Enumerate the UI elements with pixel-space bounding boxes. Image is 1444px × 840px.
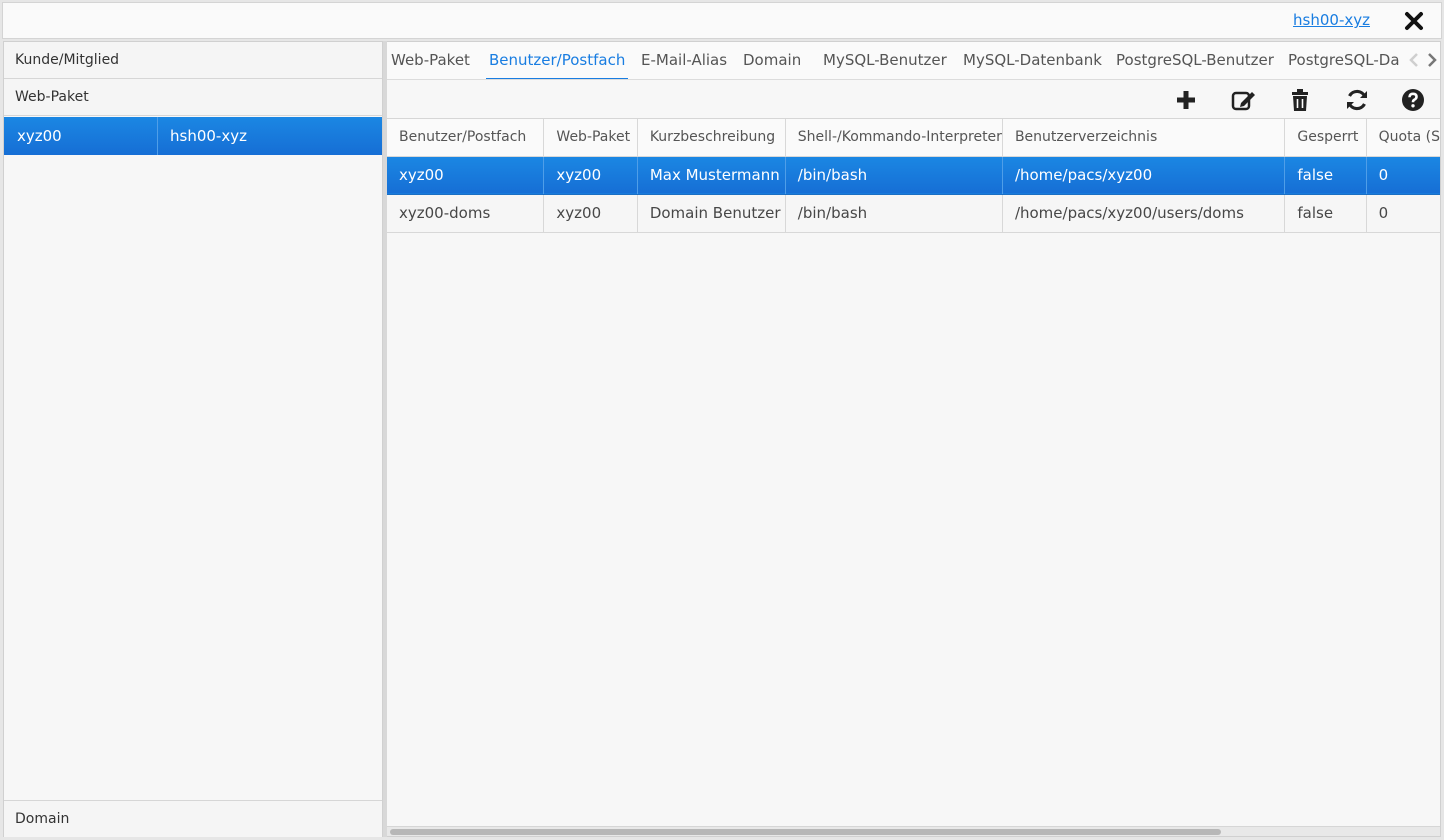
benutzer-grid: Benutzer/Postfach Web-Paket Kurzbeschrei… xyxy=(387,118,1440,826)
tab-email-alias[interactable]: E-Mail-Alias xyxy=(638,42,730,79)
scrollbar-thumb[interactable] xyxy=(390,829,1221,835)
tab-web-paket[interactable]: Web-Paket xyxy=(388,42,473,79)
table-cell: /home/pacs/xyz00 xyxy=(1002,156,1286,195)
web-paket-name: xyz00 xyxy=(17,127,62,145)
table-cell: xyz00 xyxy=(387,156,545,195)
web-paket-customer: hsh00-xyz xyxy=(170,127,247,145)
help-icon[interactable] xyxy=(1401,88,1425,112)
tab-mysql-datenbank[interactable]: MySQL-Datenbank xyxy=(960,42,1105,79)
accordion-web-paket[interactable]: Web-Paket xyxy=(4,79,382,116)
table-cell: xyz00 xyxy=(543,194,638,233)
table-cell: /home/pacs/xyz00/users/doms xyxy=(1002,194,1286,233)
delete-icon[interactable] xyxy=(1288,88,1312,112)
table-cell: /bin/bash xyxy=(785,156,1003,195)
accordion-kunde-mitglied[interactable]: Kunde/Mitglied xyxy=(4,42,382,79)
table-cell: 0 xyxy=(1366,194,1440,233)
table-cell: xyz00-doms xyxy=(387,194,545,233)
chevron-left-icon[interactable] xyxy=(1407,51,1421,69)
horizontal-scrollbar[interactable] xyxy=(387,826,1440,836)
column-header[interactable]: Shell-/Kommando-Interpreter xyxy=(785,119,1003,157)
column-header[interactable]: Gesperrt xyxy=(1284,119,1367,157)
tab-postgresql-benutzer[interactable]: PostgreSQL-Benutzer xyxy=(1113,42,1277,79)
column-header[interactable]: Benutzer/Postfach xyxy=(387,119,545,157)
tab-mysql-benutzer[interactable]: MySQL-Benutzer xyxy=(820,42,950,79)
refresh-icon[interactable] xyxy=(1345,88,1369,112)
action-toolbar xyxy=(387,80,1440,118)
table-cell: /bin/bash xyxy=(785,194,1003,233)
user-account-link[interactable]: hsh00-xyz xyxy=(1293,11,1370,29)
tab-domain[interactable]: Domain xyxy=(740,42,804,79)
table-cell: 0 xyxy=(1366,156,1440,195)
column-header[interactable]: Benutzerverzeichnis xyxy=(1002,119,1286,157)
column-header[interactable]: Quota (S xyxy=(1366,119,1440,157)
table-row[interactable]: xyz00 xyz00 Max Mustermann /bin/bash /ho… xyxy=(387,156,1440,195)
benutzer-table: Benutzer/Postfach Web-Paket Kurzbeschrei… xyxy=(387,119,1440,233)
tab-scroll-arrows xyxy=(1401,42,1440,79)
tab-benutzer-postfach[interactable]: Benutzer/Postfach xyxy=(486,42,629,79)
navigation-panel: Kunde/Mitglied Web-Paket xyz00 hsh00-xyz… xyxy=(3,41,383,837)
column-header[interactable]: Web-Paket xyxy=(543,119,638,157)
table-cell: false xyxy=(1284,156,1367,195)
table-header-row: Benutzer/Postfach Web-Paket Kurzbeschrei… xyxy=(387,119,1440,157)
table-cell: xyz00 xyxy=(543,156,638,195)
tab-postgresql-datenbank[interactable]: PostgreSQL-Da xyxy=(1285,42,1403,79)
close-icon[interactable] xyxy=(1403,10,1425,32)
web-paket-row[interactable]: xyz00 hsh00-xyz xyxy=(4,117,382,155)
accordion-domain[interactable]: Domain xyxy=(4,800,382,837)
table-cell: false xyxy=(1284,194,1367,233)
content-panel: Web-Paket Benutzer/Postfach E-Mail-Alias… xyxy=(387,41,1441,837)
table-row[interactable]: xyz00-doms xyz00 Domain Benutzer /bin/ba… xyxy=(387,194,1440,233)
chevron-right-icon[interactable] xyxy=(1425,51,1439,69)
edit-icon[interactable] xyxy=(1231,88,1255,112)
top-bar: hsh00-xyz xyxy=(2,2,1442,39)
add-icon[interactable] xyxy=(1174,88,1198,112)
table-cell: Domain Benutzer xyxy=(637,194,786,233)
tab-bar: Web-Paket Benutzer/Postfach E-Mail-Alias… xyxy=(387,42,1440,80)
column-divider xyxy=(157,117,158,155)
column-header[interactable]: Kurzbeschreibung xyxy=(637,119,786,157)
table-cell: Max Mustermann xyxy=(637,156,786,195)
